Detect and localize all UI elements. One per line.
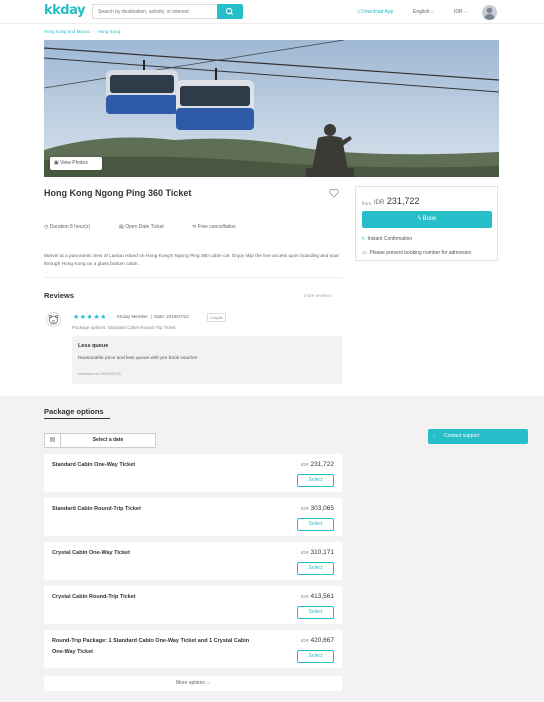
package-price: IDR 420,667: [300, 637, 334, 644]
review-title: Less queue: [78, 343, 109, 349]
chevron-down-icon: ⌵: [206, 680, 211, 686]
product-title: Hong Kong Ngong Ping 360 Ticket: [44, 188, 192, 198]
search-icon: [225, 7, 234, 16]
book-button[interactable]: ϟ Book: [362, 211, 492, 228]
package-name: Standard Cabin One-Way Ticket: [52, 462, 136, 468]
kkday-logo[interactable]: kkday: [44, 3, 85, 18]
more-reviews-link[interactable]: more reviews ›: [304, 293, 334, 298]
lightning-icon: ϟ: [417, 216, 421, 222]
select-button[interactable]: Select: [297, 650, 334, 663]
package-price: IDR 303,065: [300, 505, 334, 512]
divider: [44, 277, 343, 278]
cable-car-photo: [44, 40, 499, 177]
package-name: Crystal Cabin Round-Trip Ticket: [52, 594, 136, 600]
refresh-icon: ⟲: [192, 224, 197, 230]
lightning-icon: ϟ: [362, 236, 365, 242]
phone-icon: ▯: [357, 9, 360, 15]
breadcrumb-separator: ›: [93, 29, 95, 34]
calendar-icon: ▤: [45, 434, 61, 447]
heading-underline: [44, 418, 110, 419]
free-cancellation-info: ⟲ Free cancellation: [192, 224, 236, 230]
admission-note: ▭ Please present booking number for admi…: [362, 250, 472, 256]
chevron-down-icon: ⌵: [464, 9, 468, 14]
image-icon: ▣: [54, 160, 59, 166]
select-button[interactable]: Select: [297, 474, 334, 487]
package-name: Standard Cabin Round-Trip Ticket: [52, 506, 141, 512]
download-app-link[interactable]: ▯ Download App: [357, 9, 393, 15]
package-name: Round-Trip Package: 1 Standard Cabin One…: [52, 638, 250, 655]
view-photos-button[interactable]: ▣ View Photos: [50, 157, 102, 170]
clock-icon: ◷: [44, 224, 49, 230]
reviewer-avatar: [46, 312, 61, 327]
package-card: Standard Cabin One-Way Ticket IDR 231,72…: [44, 454, 342, 492]
chevron-down-icon: ⌵: [430, 9, 434, 14]
search-button[interactable]: [217, 4, 243, 19]
reviewer-meta: KKday Member | Date: 2019/07/12: [117, 314, 189, 319]
package-card: Standard Cabin Round-Trip Ticket IDR 303…: [44, 498, 342, 536]
package-card: Crystal Cabin Round-Trip Ticket IDR 413,…: [44, 586, 342, 624]
contact-support-button[interactable]: ◌ Contact support: [428, 429, 528, 444]
package-card: Round-Trip Package: 1 Standard Cabin One…: [44, 630, 342, 668]
package-price: IDR 231,722: [300, 461, 334, 468]
product-description: Marvel at a panoramic view of Lantau Isl…: [44, 254, 340, 267]
duration-info: ◷ Duration 8 hour(s): [44, 224, 91, 230]
select-button[interactable]: Select: [297, 606, 334, 619]
package-price: IDR 413,561: [300, 593, 334, 600]
user-avatar[interactable]: [482, 5, 497, 20]
review-package: Package options: Standard Cabin Round-Tr…: [72, 325, 176, 330]
instant-confirmation: ϟ Instant Confirmation: [362, 236, 413, 242]
hero-image[interactable]: [44, 40, 499, 177]
search-input[interactable]: [92, 4, 217, 19]
price-display: IDR 231,722: [374, 196, 420, 206]
open-date-info: ▤ Open Date Ticket: [119, 224, 164, 230]
reviews-heading: Reviews: [44, 291, 75, 300]
heart-icon[interactable]: [329, 188, 339, 198]
breadcrumb: Hong Kong and Macau › Hong Kong: [44, 29, 120, 34]
package-options-heading: Package options: [44, 407, 104, 416]
more-options-button[interactable]: More options ⌵: [44, 676, 342, 691]
currency-selector[interactable]: IDR ⌵: [454, 9, 467, 15]
package-price: IDR 310,171: [300, 549, 334, 556]
breadcrumb-item[interactable]: Hong Kong: [98, 29, 121, 34]
document-icon: ▭: [362, 250, 367, 256]
traveler-type-badge: Couple: [207, 313, 226, 322]
breadcrumb-item[interactable]: Hong Kong and Macau: [44, 29, 90, 34]
language-selector[interactable]: English ⌵: [413, 9, 434, 15]
select-button[interactable]: Select: [297, 562, 334, 575]
header-bar: kkday ▯ Download App English ⌵ IDR ⌵: [0, 0, 544, 24]
review-body: Reasonable price and less queue with pre…: [78, 356, 198, 361]
select-button[interactable]: Select: [297, 518, 334, 531]
price-from-label: from: [362, 201, 371, 206]
rating-stars: ★★★★★: [73, 314, 107, 321]
date-selector[interactable]: ▤ Select a date: [44, 433, 156, 448]
calendar-icon: ▤: [119, 224, 124, 230]
package-card: Crystal Cabin One-Way Ticket IDR 310,171…: [44, 542, 342, 580]
package-name: Crystal Cabin One-Way Ticket: [52, 550, 130, 556]
review-date: reviewed on 2019/07/15: [78, 371, 121, 376]
chat-icon: ◌: [433, 433, 436, 439]
